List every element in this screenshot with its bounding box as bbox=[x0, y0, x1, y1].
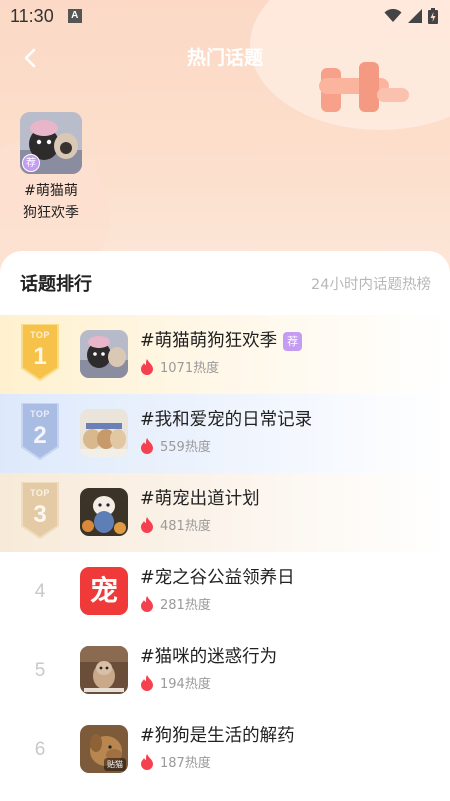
wifi-icon bbox=[384, 9, 402, 22]
status-bar: 11:30 A bbox=[0, 0, 450, 32]
rank-badge-silver: TOP 2 bbox=[20, 402, 60, 461]
signal-icon bbox=[408, 9, 422, 23]
topic-thumbnail bbox=[80, 646, 128, 694]
rank-number: 4 bbox=[34, 581, 46, 602]
recommend-badge: 荐 bbox=[22, 154, 40, 172]
battery-icon bbox=[428, 8, 438, 24]
rank-number: 5 bbox=[34, 660, 46, 681]
rank-badge-bronze: TOP 3 bbox=[20, 481, 60, 540]
topic-title: #我和爱宠的日常记录 bbox=[140, 410, 313, 430]
featured-topic-label: #萌猫萌 狗狂欢季 bbox=[23, 183, 79, 221]
notification-icon: A bbox=[67, 9, 82, 23]
topic-thumbnail: 宠 bbox=[80, 567, 128, 615]
thumbnail-tag: 贴猫 bbox=[104, 758, 126, 771]
topic-thumbnail bbox=[80, 330, 128, 378]
topic-thumbnail bbox=[80, 409, 128, 457]
flame-icon bbox=[141, 674, 153, 691]
ranking-panel: 话题排行 24小时内话题热榜 TOP 1 #萌猫萌狗狂欢季荐 1071热度 TO… bbox=[0, 251, 450, 801]
rank-number: 3 bbox=[33, 501, 47, 528]
status-icons bbox=[384, 8, 438, 24]
topic-thumbnail bbox=[80, 488, 128, 536]
topic-row[interactable]: 6 贴猫 #狗狗是生活的解药 187热度 bbox=[0, 710, 450, 789]
topic-row[interactable]: TOP 2 #我和爱宠的日常记录 559热度 bbox=[0, 394, 450, 473]
rank-badge-gold: TOP 1 bbox=[20, 323, 60, 382]
panel-title: 话题排行 bbox=[20, 274, 92, 295]
topic-thumbnail: 贴猫 bbox=[80, 725, 128, 773]
topic-title: #宠之谷公益领养日 bbox=[140, 568, 295, 588]
topic-title: #猫咪的迷惑行为 bbox=[140, 647, 278, 667]
featured-topic-image: 荐 bbox=[20, 112, 82, 174]
flame-icon bbox=[141, 753, 153, 770]
rank-badge-top: TOP bbox=[30, 488, 50, 498]
flame-icon bbox=[141, 516, 153, 533]
topic-heat: 481热度 bbox=[160, 519, 211, 534]
topic-title: #萌猫萌狗狂欢季 bbox=[140, 331, 278, 351]
topic-heat: 559热度 bbox=[160, 440, 211, 455]
page-title: 热门话题 bbox=[186, 47, 263, 69]
flame-icon bbox=[141, 437, 153, 454]
topic-heat: 1071热度 bbox=[160, 361, 220, 376]
topic-row[interactable]: TOP 1 #萌猫萌狗狂欢季荐 1071热度 bbox=[0, 315, 450, 394]
flame-icon bbox=[141, 595, 153, 612]
topic-row[interactable]: 5 #猫咪的迷惑行为 194热度 bbox=[0, 631, 450, 710]
thumbnail-logo-text: 宠 bbox=[89, 574, 118, 607]
recommend-tag: 荐 bbox=[283, 331, 303, 351]
topic-row[interactable]: 4 宠 #宠之谷公益领养日 281热度 bbox=[0, 552, 450, 631]
topic-title: #狗狗是生活的解药 bbox=[140, 726, 295, 746]
rank-number: 6 bbox=[34, 739, 46, 760]
topic-heat: 187热度 bbox=[160, 756, 211, 771]
topic-heat: 194热度 bbox=[160, 677, 211, 692]
rank-badge-top: TOP bbox=[30, 409, 50, 419]
featured-topic[interactable]: 荐 #萌猫萌 狗狂欢季 bbox=[14, 112, 88, 224]
panel-header: 话题排行 24小时内话题热榜 bbox=[0, 251, 450, 315]
topic-row[interactable]: TOP 3 #萌宠出道计划 481热度 bbox=[0, 473, 450, 552]
flame-icon bbox=[141, 358, 153, 375]
panel-subtitle: 24小时内话题热榜 bbox=[311, 276, 431, 293]
topic-heat: 281热度 bbox=[160, 598, 211, 613]
status-time: 11:30 bbox=[10, 5, 54, 26]
rank-badge-top: TOP bbox=[30, 330, 50, 340]
topic-title: #萌宠出道计划 bbox=[140, 489, 260, 509]
rank-number: 2 bbox=[33, 422, 47, 449]
rank-number: 1 bbox=[33, 343, 47, 370]
